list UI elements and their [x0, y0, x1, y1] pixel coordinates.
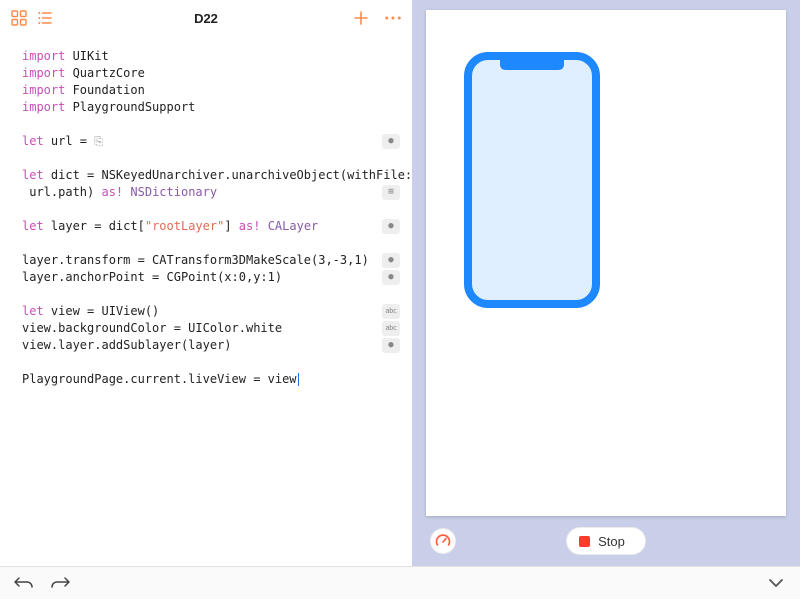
code-line[interactable] — [22, 116, 406, 133]
keyboard-dismiss-button[interactable] — [766, 573, 786, 593]
live-view-canvas — [426, 10, 786, 516]
code-line[interactable] — [22, 235, 406, 252]
code-line[interactable] — [22, 201, 406, 218]
code-line[interactable]: view.layer.addSublayer(layer)● — [22, 337, 406, 354]
result-indicator[interactable]: ● — [382, 253, 400, 268]
result-indicator[interactable]: ● — [382, 338, 400, 353]
code-line[interactable]: PlaygroundPage.current.liveView = view — [22, 371, 406, 388]
code-line[interactable] — [22, 286, 406, 303]
bottom-toolbar — [0, 566, 800, 599]
code-line-text: import UIKit — [22, 48, 382, 65]
code-line-text: let url = ⎘ — [22, 133, 382, 150]
result-indicator[interactable]: ⊞ — [382, 185, 400, 200]
stop-icon — [579, 536, 590, 547]
code-line-text: PlaygroundPage.current.liveView = view — [22, 371, 382, 388]
code-line-text: let layer = dict["rootLayer"] as! CALaye… — [22, 218, 382, 235]
editor-header: D22 — [0, 0, 412, 36]
result-indicator[interactable]: ● — [382, 219, 400, 234]
gauge-icon — [435, 533, 451, 549]
result-indicator[interactable]: ● — [382, 270, 400, 285]
undo-button[interactable] — [14, 573, 34, 593]
phone-outline-render — [464, 52, 600, 308]
code-line[interactable]: view.backgroundColor = UIColor.whiteabc — [22, 320, 406, 337]
code-line-text — [22, 116, 382, 133]
code-line-text: let dict = NSKeyedUnarchiver.unarchiveOb… — [22, 167, 412, 184]
add-icon[interactable] — [352, 9, 370, 27]
redo-button[interactable] — [50, 573, 70, 593]
live-view-pane: Stop — [412, 0, 800, 566]
main-split: D22 import UIKitimport QuartzCoreimport … — [0, 0, 800, 566]
code-editor[interactable]: import UIKitimport QuartzCoreimport Foun… — [0, 36, 412, 566]
code-line-text: view.backgroundColor = UIColor.white — [22, 320, 382, 337]
code-line-text: url.path) as! NSDictionary — [22, 184, 382, 201]
code-line-text: import PlaygroundSupport — [22, 99, 382, 116]
code-line-text — [22, 286, 382, 303]
code-line[interactable]: let layer = dict["rootLayer"] as! CALaye… — [22, 218, 406, 235]
grid-view-icon[interactable] — [10, 9, 28, 27]
code-line-text: import QuartzCore — [22, 65, 382, 82]
code-line[interactable]: import PlaygroundSupport — [22, 99, 406, 116]
code-line-text: layer.anchorPoint = CGPoint(x:0,y:1) — [22, 269, 382, 286]
resource-literal-icon[interactable]: ⎘ — [94, 135, 103, 148]
code-line[interactable]: layer.transform = CATransform3DMakeScale… — [22, 252, 406, 269]
stop-button[interactable]: Stop — [566, 527, 646, 555]
result-indicator[interactable]: ● — [382, 134, 400, 149]
code-line[interactable]: import UIKit — [22, 48, 406, 65]
speed-gauge-button[interactable] — [430, 528, 456, 554]
code-line-text — [22, 201, 382, 218]
result-indicator[interactable]: abc — [382, 321, 400, 336]
stop-button-label: Stop — [598, 534, 625, 549]
list-view-icon[interactable] — [36, 9, 54, 27]
code-line[interactable]: layer.anchorPoint = CGPoint(x:0,y:1)● — [22, 269, 406, 286]
result-indicator[interactable]: abc — [382, 304, 400, 319]
code-line[interactable]: url.path) as! NSDictionary⊞ — [22, 184, 406, 201]
code-line-text: layer.transform = CATransform3DMakeScale… — [22, 252, 382, 269]
code-line[interactable] — [22, 354, 406, 371]
document-title: D22 — [0, 11, 412, 26]
playground-control-bar: Stop — [426, 516, 786, 566]
more-icon[interactable] — [384, 9, 402, 27]
code-line[interactable]: let dict = NSKeyedUnarchiver.unarchiveOb… — [22, 167, 406, 184]
code-line[interactable]: import QuartzCore — [22, 65, 406, 82]
text-cursor — [298, 373, 299, 386]
code-line-text — [22, 150, 382, 167]
code-line[interactable]: let url = ⎘● — [22, 133, 406, 150]
code-line[interactable]: import Foundation — [22, 82, 406, 99]
code-line[interactable] — [22, 150, 406, 167]
code-line-text: import Foundation — [22, 82, 382, 99]
code-line[interactable]: let view = UIView()abc — [22, 303, 406, 320]
editor-pane: D22 import UIKitimport QuartzCoreimport … — [0, 0, 412, 566]
code-line-text — [22, 235, 382, 252]
code-line-text — [22, 354, 382, 371]
code-line-text: let view = UIView() — [22, 303, 382, 320]
code-line-text: view.layer.addSublayer(layer) — [22, 337, 382, 354]
